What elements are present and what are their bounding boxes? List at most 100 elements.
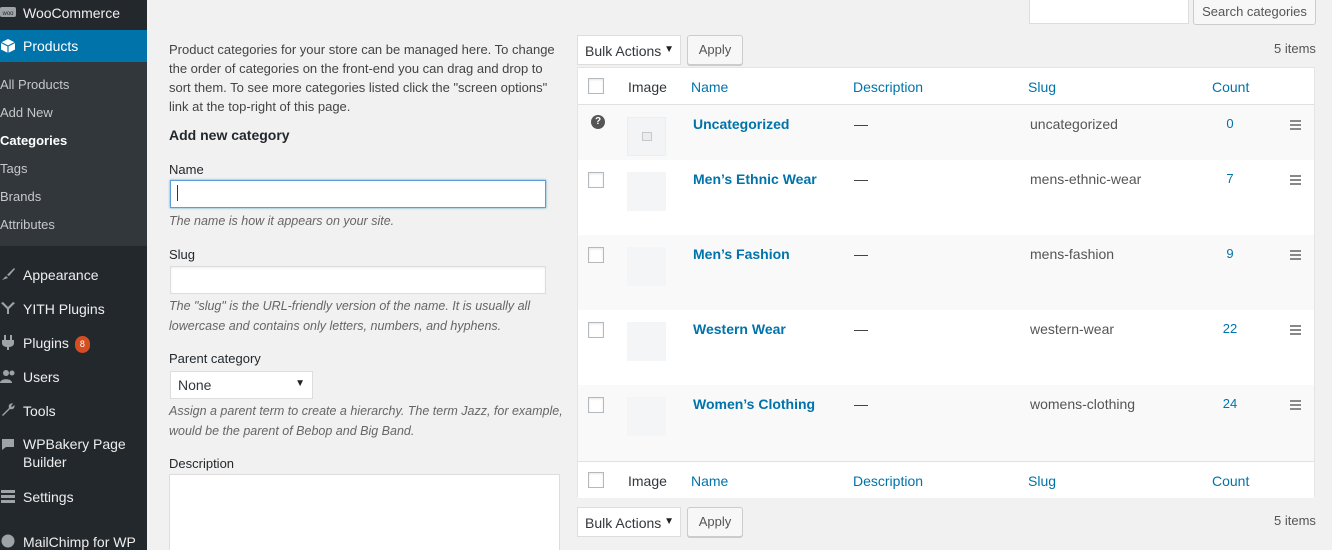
table-row: ? Uncategorized — uncategorized 0 <box>578 105 1314 160</box>
column-description-sort[interactable]: Description <box>853 79 923 95</box>
column-count-sort[interactable]: Count <box>1212 79 1249 95</box>
footer-column-description-sort[interactable]: Description <box>853 473 923 489</box>
paintbrush-icon <box>0 266 16 282</box>
slug-input[interactable] <box>170 266 546 294</box>
category-name-link[interactable]: Men’s Ethnic Wear <box>693 171 817 187</box>
name-input[interactable] <box>170 180 546 208</box>
parent-category-select[interactable]: None ▼ <box>170 371 313 399</box>
category-count-link[interactable]: 7 <box>1210 171 1250 186</box>
submenu-add-new[interactable]: Add New <box>0 104 53 122</box>
menu-plugins[interactable]: Plugins 8 <box>0 332 147 354</box>
submenu-all-products[interactable]: All Products <box>0 76 69 94</box>
dropdown-arrow-icon: ▼ <box>664 516 674 527</box>
category-slug: womens-clothing <box>1030 396 1136 412</box>
category-count-link[interactable]: 22 <box>1210 321 1250 336</box>
parent-category-label: Parent category <box>169 351 261 366</box>
category-name-link[interactable]: Western Wear <box>693 321 786 337</box>
items-count-bottom: 5 items <box>1274 513 1316 528</box>
dropdown-arrow-icon: ▼ <box>295 378 305 389</box>
category-description: — <box>854 171 868 187</box>
items-count-top: 5 items <box>1274 41 1316 56</box>
menu-yith-plugins[interactable]: YITH Plugins <box>0 298 147 320</box>
category-description: — <box>854 321 868 337</box>
category-name-link[interactable]: Men’s Fashion <box>693 246 790 262</box>
description-label: Description <box>169 456 235 471</box>
plugin-icon <box>0 334 16 350</box>
users-icon <box>0 368 16 384</box>
drag-handle-icon[interactable] <box>1290 400 1301 412</box>
category-count-link[interactable]: 0 <box>1210 116 1250 131</box>
category-count-link[interactable]: 24 <box>1210 396 1250 411</box>
settings-icon <box>0 488 16 504</box>
column-image: Image <box>628 79 667 95</box>
row-checkbox[interactable] <box>588 247 604 263</box>
slug-description: The "slug" is the URL-friendly version o… <box>169 299 531 333</box>
footer-column-name-sort[interactable]: Name <box>691 473 728 489</box>
submenu-attributes[interactable]: Attributes <box>0 216 55 234</box>
wpbakery-icon <box>0 436 16 452</box>
woocommerce-icon: woo <box>0 4 16 20</box>
add-new-category-heading: Add new category <box>169 127 290 143</box>
plugins-update-badge: 8 <box>74 336 90 353</box>
menu-yith-label: YITH Plugins <box>23 301 105 317</box>
category-thumbnail <box>627 117 666 156</box>
submenu-brands[interactable]: Brands <box>0 188 41 206</box>
select-all-checkbox[interactable] <box>588 78 604 94</box>
admin-sidebar: woo WooCommerce Products All Products Ad… <box>0 0 147 550</box>
apply-button-bottom[interactable]: Apply <box>687 507 743 537</box>
category-name-link[interactable]: Uncategorized <box>693 116 789 132</box>
search-categories-input[interactable] <box>1029 0 1189 24</box>
row-checkbox[interactable] <box>588 172 604 188</box>
bulk-actions-select-bottom[interactable]: Bulk Actions ▼ <box>577 507 681 537</box>
search-categories-button[interactable]: Search categories <box>1193 0 1316 25</box>
mailchimp-icon <box>0 533 16 549</box>
menu-products-label: Products <box>23 38 79 54</box>
menu-users[interactable]: Users <box>0 366 147 388</box>
apply-button-top[interactable]: Apply <box>687 35 743 65</box>
column-name-sort[interactable]: Name <box>691 79 728 95</box>
menu-settings[interactable]: Settings <box>0 486 147 508</box>
category-count-link[interactable]: 9 <box>1210 246 1250 261</box>
select-all-checkbox-footer[interactable] <box>588 472 604 488</box>
menu-tools[interactable]: Tools <box>0 400 147 422</box>
drag-handle-icon[interactable] <box>1290 250 1301 262</box>
column-slug-sort[interactable]: Slug <box>1028 79 1056 95</box>
drag-handle-icon[interactable] <box>1290 175 1301 187</box>
drag-handle-icon[interactable] <box>1290 325 1301 337</box>
submenu-categories[interactable]: Categories <box>0 132 67 150</box>
menu-settings-label: Settings <box>23 489 74 505</box>
bulk-actions-select-top[interactable]: Bulk Actions ▼ <box>577 35 681 65</box>
footer-column-count-sort[interactable]: Count <box>1212 473 1249 489</box>
menu-woocommerce-label: WooCommerce <box>23 5 120 21</box>
footer-column-slug-sort[interactable]: Slug <box>1028 473 1056 489</box>
bulk-actions-value-top: Bulk Actions <box>585 43 662 59</box>
menu-appearance[interactable]: Appearance <box>0 264 147 286</box>
menu-products[interactable]: Products <box>0 30 147 62</box>
description-textarea[interactable] <box>169 474 560 550</box>
menu-woocommerce[interactable]: woo WooCommerce <box>0 0 147 26</box>
table-footer: Image Name Description Slug Count <box>578 461 1314 498</box>
category-name-link[interactable]: Women’s Clothing <box>693 396 815 412</box>
row-checkbox[interactable] <box>588 397 604 413</box>
table-row: Men’s Ethnic Wear — mens-ethnic-wear 7 <box>578 160 1314 235</box>
menu-mailchimp-label: MailChimp for WP <box>23 534 136 550</box>
parent-description: Assign a parent term to create a hierarc… <box>169 404 563 438</box>
menu-wpbakery[interactable]: WPBakery Page Builder <box>0 434 147 474</box>
category-description: — <box>854 396 868 412</box>
menu-wpbakery-label-2: Builder <box>23 454 67 470</box>
parent-category-value: None <box>178 377 212 393</box>
category-thumbnail <box>627 397 666 436</box>
category-slug: uncategorized <box>1030 116 1118 132</box>
drag-handle-icon[interactable] <box>1290 120 1301 132</box>
row-checkbox[interactable] <box>588 322 604 338</box>
yith-icon <box>0 300 16 316</box>
wrench-icon <box>0 402 16 418</box>
menu-mailchimp[interactable]: MailChimp for WP <box>0 531 147 550</box>
table-row: Men’s Fashion — mens-fashion 9 <box>578 235 1314 310</box>
submenu-tags[interactable]: Tags <box>0 160 27 178</box>
category-thumbnail <box>627 322 666 361</box>
category-slug: mens-fashion <box>1030 246 1115 262</box>
help-icon[interactable]: ? <box>591 115 605 129</box>
name-description: The name is how it appears on your site. <box>169 214 395 228</box>
products-submenu: All Products Add New Categories Tags Bra… <box>0 62 147 246</box>
